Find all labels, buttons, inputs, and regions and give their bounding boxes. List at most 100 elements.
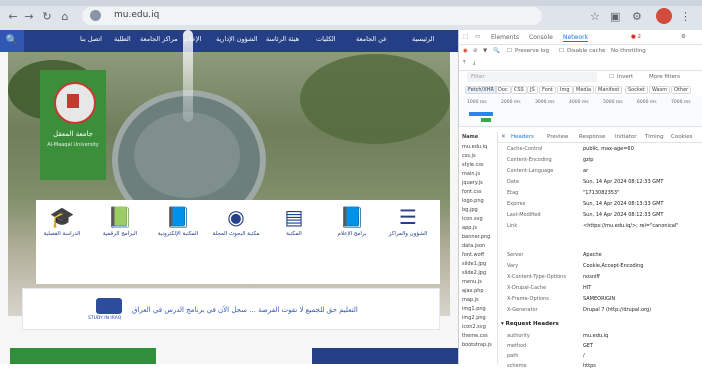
home-icon[interactable]: ⌂	[58, 10, 72, 24]
extension-icon[interactable]: ▣	[610, 10, 620, 23]
timeline-tick: 6000 ms	[637, 100, 657, 105]
filter-input[interactable]	[467, 72, 597, 82]
request-row[interactable]: css.js	[462, 153, 476, 159]
tab-console[interactable]: Console	[529, 34, 553, 41]
request-row[interactable]: theme.css	[462, 333, 488, 339]
bottom-blue-block	[312, 348, 458, 364]
request-row[interactable]: icon.svg	[462, 216, 483, 222]
nav-presidency[interactable]: هيئة الرئاسة	[266, 35, 299, 43]
nav-colleges[interactable]: الكليات	[316, 35, 336, 43]
site-info-icon[interactable]	[90, 10, 101, 21]
detail-tab-timing[interactable]: Timing	[645, 134, 664, 140]
nav-contact[interactable]: اتصل بنا	[80, 35, 102, 43]
type-filter-js[interactable]: JS	[527, 86, 538, 94]
banner-text[interactable]: التعليم حق للجميع لا تفوت الفرصة ... سجل…	[132, 306, 358, 314]
request-row[interactable]: icon2.svg	[462, 324, 486, 330]
url-text[interactable]: mu.edu.iq	[114, 10, 159, 20]
quick-link[interactable]: 🎓 الدراسة الفصلية	[36, 204, 88, 238]
disable-cache-checkbox[interactable]: ☐	[559, 48, 564, 54]
type-filter-doc[interactable]: Doc	[495, 86, 511, 94]
quick-link[interactable]: 📗 البرامج الرقمية	[94, 204, 146, 238]
request-row[interactable]: font.css	[462, 189, 482, 195]
type-filter-media[interactable]: Media	[573, 86, 595, 94]
quick-link[interactable]: ☰ الشؤون والمراكز	[382, 204, 434, 238]
nav-students[interactable]: الطلبة	[114, 35, 131, 43]
devtools-settings-icon[interactable]: ⚙	[681, 34, 686, 40]
more-filters-button[interactable]: More filters	[649, 74, 680, 80]
request-headers-section[interactable]: ▾ Request Headers	[501, 321, 559, 327]
nav-centers[interactable]: مراكز الجامعة	[140, 35, 178, 43]
request-row[interactable]: data.json	[462, 243, 485, 249]
quick-link[interactable]: 📘 المكتبة الإلكترونية	[152, 204, 204, 238]
request-row[interactable]: logo.png	[462, 198, 484, 204]
request-row[interactable]: slide1.jpg	[462, 261, 486, 267]
forward-icon[interactable]: →	[22, 10, 36, 24]
fountain-basin	[134, 112, 240, 198]
tab-strip	[0, 0, 702, 6]
search-icon[interactable]: 🔍	[493, 48, 500, 54]
record-icon[interactable]: ◉	[463, 48, 468, 54]
nav-admin[interactable]: الشؤون الإدارية	[216, 35, 258, 43]
request-row[interactable]: style.css	[462, 162, 484, 168]
type-filter-css[interactable]: CSS	[511, 86, 527, 94]
quick-link[interactable]: ◉ مكتبة البحوث المجلة	[210, 204, 262, 238]
type-filter-font[interactable]: Font	[539, 86, 556, 94]
request-row[interactable]: img2.png	[462, 315, 486, 321]
header-key: Link	[507, 223, 518, 229]
device-icon[interactable]: ▭	[475, 34, 480, 40]
request-row[interactable]: img1.png	[462, 306, 486, 312]
type-filter-manifest[interactable]: Manifest	[595, 86, 623, 94]
reload-icon[interactable]: ↻	[40, 10, 54, 24]
error-count-icon[interactable]: ● 2	[631, 34, 641, 40]
detail-tab-initiator[interactable]: Initiator	[615, 134, 636, 140]
detail-tab-response[interactable]: Response	[579, 134, 605, 140]
type-filter-xhr[interactable]: Fetch/XHR	[465, 86, 497, 94]
header-key: Content-Encoding	[507, 157, 552, 163]
type-filter-wasm[interactable]: Wasm	[649, 86, 671, 94]
request-row[interactable]: main.js	[462, 171, 480, 177]
nav-about[interactable]: عن الجامعة	[356, 35, 387, 43]
clear-icon[interactable]: ⊘	[473, 48, 478, 54]
menu-icon[interactable]: ⋮	[680, 10, 691, 23]
filter-icon[interactable]: ▼	[483, 48, 487, 54]
type-filter-other[interactable]: Other	[671, 86, 692, 94]
quick-link[interactable]: ▤ المكتبة	[268, 204, 320, 238]
profile-avatar[interactable]	[656, 8, 672, 24]
star-icon[interactable]: ☆	[590, 10, 600, 23]
logo-name-en: Al-Maaqal University	[47, 142, 99, 148]
tab-network[interactable]: Network	[563, 34, 589, 42]
search-icon[interactable]: 🔍	[0, 30, 24, 52]
request-row[interactable]: map.js	[462, 297, 479, 303]
website-viewport: 🔍 الرئيسية عن الجامعة الكليات هيئة الرئا…	[0, 30, 458, 364]
request-row[interactable]: app.js	[462, 225, 477, 231]
preserve-log-checkbox[interactable]: ☐	[507, 48, 512, 54]
request-row[interactable]: ajax.php	[462, 288, 484, 294]
settings-icon[interactable]: ⚙	[632, 10, 642, 23]
detail-tab-headers[interactable]: Headers	[511, 134, 534, 140]
throttle-select[interactable]: No throttling	[611, 48, 646, 54]
inspect-icon[interactable]: ⬚	[463, 34, 468, 40]
detail-tab-preview[interactable]: Preview	[547, 134, 568, 140]
request-row[interactable]: bootstrap.js	[462, 342, 492, 348]
tab-elements[interactable]: Elements	[491, 34, 519, 41]
request-row[interactable]: menu.js	[462, 279, 482, 285]
request-row[interactable]: slide2.jpg	[462, 270, 486, 276]
timeline-tick: 7000 ms	[671, 100, 691, 105]
back-icon[interactable]: ←	[6, 10, 20, 24]
request-row[interactable]: jquery.js	[462, 180, 483, 186]
request-row[interactable]: font.woff	[462, 252, 484, 258]
header-key: Etag	[507, 190, 519, 196]
request-row[interactable]: mu.edu.iq	[462, 144, 487, 150]
invert-checkbox[interactable]: ☐	[609, 74, 614, 80]
type-filter-socket[interactable]: Socket	[625, 86, 648, 94]
type-filter-img[interactable]: Img	[557, 86, 573, 94]
quick-link[interactable]: 📘 برامج الإعلام	[326, 204, 378, 238]
filter-placeholder: Filter	[471, 74, 485, 80]
request-row[interactable]: banner.png	[462, 234, 490, 240]
close-details-icon[interactable]: ✕	[501, 134, 506, 140]
nav-home[interactable]: الرئيسية	[412, 35, 434, 43]
download-icon[interactable]: ⤓	[473, 60, 475, 67]
upload-icon[interactable]: ⤒	[463, 60, 465, 67]
detail-tab-cookies[interactable]: Cookies	[671, 134, 693, 140]
request-row[interactable]: bg.jpg	[462, 207, 478, 213]
